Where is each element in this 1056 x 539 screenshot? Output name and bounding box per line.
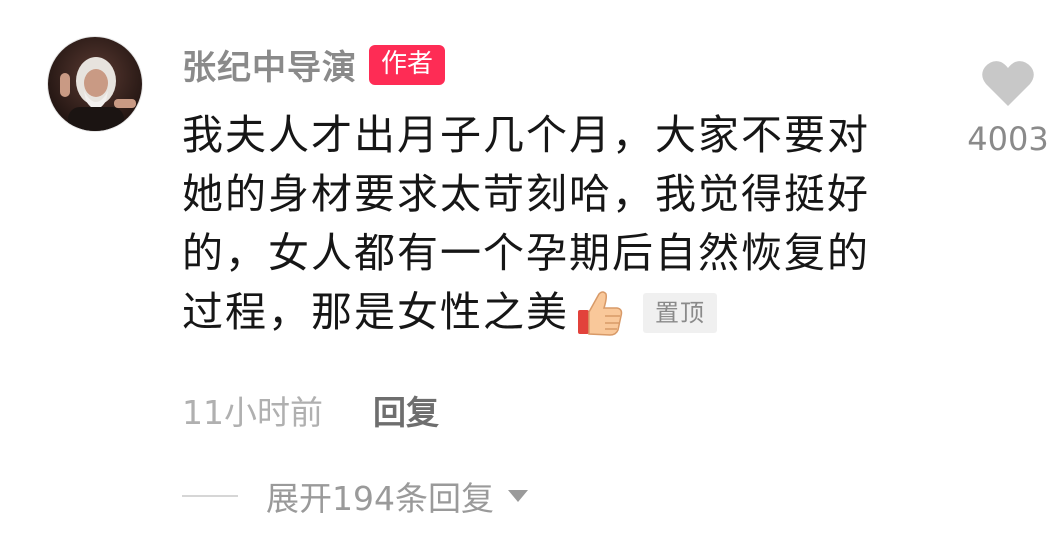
avatar[interactable] <box>47 36 143 132</box>
heart-icon[interactable] <box>980 58 1036 108</box>
comment-last-line: 过程，那是女性之美 置顶 <box>182 283 922 342</box>
avatar-image <box>48 37 142 131</box>
like-count: 4003 <box>967 120 1049 158</box>
expand-replies-label: 展开194条回复 <box>266 479 494 518</box>
author-row: 张纪中导演 作者 <box>182 40 446 89</box>
comment-line: 我夫人才出月子几个月，大家不要对 <box>182 111 870 159</box>
timestamp: 11小时前 <box>182 393 323 432</box>
like-area: 4003 <box>960 58 1056 158</box>
comment-line: 的，女人都有一个孕期后自然恢复的 <box>182 229 870 277</box>
caret-down-icon <box>508 490 528 502</box>
reply-button[interactable]: 回复 <box>373 386 439 434</box>
meta-row: 11小时前 回复 <box>182 386 439 434</box>
comment-line: 她的身材要求太苛刻哈，我觉得挺好 <box>182 170 870 218</box>
comment-text: 我夫人才出月子几个月，大家不要对 她的身材要求太苛刻哈，我觉得挺好 的，女人都有… <box>182 106 922 342</box>
expand-row: 展开194条回复 <box>182 472 530 520</box>
comment-item: 张纪中导演 作者 我夫人才出月子几个月，大家不要对 她的身材要求太苛刻哈，我觉得… <box>0 0 1056 539</box>
comment-line: 过程，那是女性之美 <box>182 288 569 336</box>
expand-replies-button[interactable]: 展开194条回复 <box>266 472 530 520</box>
divider <box>182 495 238 497</box>
thumbs-up-icon <box>575 288 625 338</box>
author-name[interactable]: 张纪中导演 <box>182 40 357 89</box>
pinned-tag: 置顶 <box>643 292 717 333</box>
author-badge: 作者 <box>369 44 446 85</box>
